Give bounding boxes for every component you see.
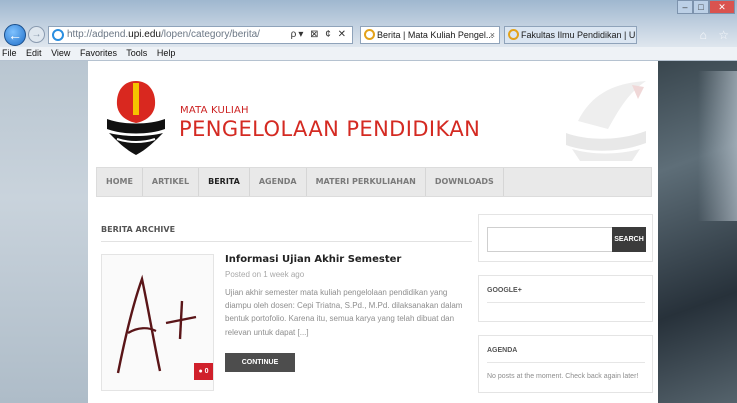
back-button[interactable]: ← xyxy=(4,24,26,46)
web-page: MATA KULIAH PENGELOLAAN PENDIDIKAN HOME … xyxy=(88,61,658,403)
agenda-empty-text: No posts at the moment. Check back again… xyxy=(487,373,639,380)
nav-materi-perkuliahan[interactable]: MATERI PERKULIAHAN xyxy=(307,168,426,196)
menu-favorites[interactable]: Favorites xyxy=(80,48,117,58)
ie-icon xyxy=(508,29,519,40)
site-subtitle: MATA KULIAH xyxy=(180,105,249,116)
forward-button[interactable]: → xyxy=(28,26,45,43)
archive-title: BERITA ARCHIVE xyxy=(101,225,176,234)
comment-count-badge[interactable]: ● 0 xyxy=(194,363,213,380)
home-star-icons[interactable]: ⌂ ☆ xyxy=(700,28,733,42)
nav-agenda[interactable]: AGENDA xyxy=(250,168,307,196)
post-title[interactable]: Informasi Ujian Akhir Semester xyxy=(225,254,401,265)
upi-logo[interactable] xyxy=(103,77,169,157)
divider xyxy=(487,362,645,363)
address-tools-icons[interactable]: ρ▾ ⊠ ¢ ✕ xyxy=(291,27,348,43)
google-widget: GOOGLE+ xyxy=(478,275,653,322)
divider xyxy=(487,302,645,303)
browser-chrome: ← → http://adpend.upi.edu/lopen/category… xyxy=(0,0,737,47)
agenda-widget-title: AGENDA xyxy=(487,347,518,354)
address-bar[interactable]: http://adpend.upi.edu/lopen/category/ber… xyxy=(48,26,353,44)
menu-file[interactable]: File xyxy=(2,48,17,58)
ie-icon xyxy=(364,29,375,40)
main-nav: HOME ARTIKEL BERITA AGENDA MATERI PERKUL… xyxy=(96,167,652,197)
post-meta: Posted on 1 week ago xyxy=(225,270,305,279)
menu-view[interactable]: View xyxy=(51,48,70,58)
nav-downloads[interactable]: DOWNLOADS xyxy=(426,168,504,196)
post-excerpt: Ujian akhir semester mata kuliah pengelo… xyxy=(225,288,463,337)
maximize-button[interactable]: □ xyxy=(693,0,709,14)
tab-berita[interactable]: Berita | Mata Kuliah Pengel... × xyxy=(360,26,500,44)
agenda-widget: AGENDA No posts at the moment. Check bac… xyxy=(478,335,653,393)
tab-close-icon[interactable]: × xyxy=(490,27,495,43)
watermark-logo xyxy=(566,81,646,161)
menu-help[interactable]: Help xyxy=(157,48,176,58)
search-input[interactable] xyxy=(487,227,613,252)
nav-berita[interactable]: BERITA xyxy=(199,168,250,196)
search-button[interactable]: SEARCH xyxy=(612,227,646,252)
divider xyxy=(101,241,472,242)
close-window-button[interactable]: ✕ xyxy=(709,0,735,14)
site-title[interactable]: PENGELOLAAN PENDIDIKAN xyxy=(179,117,480,141)
search-widget: SEARCH xyxy=(478,214,653,262)
menu-tools[interactable]: Tools xyxy=(126,48,147,58)
tab-fakultas[interactable]: Fakultas Ilmu Pendidikan | Uni... xyxy=(504,26,637,44)
ie-icon xyxy=(52,29,64,41)
svg-text:A+: A+ xyxy=(102,255,104,256)
continue-reading-button[interactable]: CONTINUE READING xyxy=(225,353,295,385)
back-arrow-icon: ← xyxy=(8,27,22,43)
menu-bar: File Edit View Favorites Tools Help xyxy=(0,47,737,61)
window-buttons: – □ ✕ xyxy=(677,0,735,14)
nav-artikel[interactable]: ARTIKEL xyxy=(143,168,200,196)
page-background-right xyxy=(658,61,737,403)
nav-home[interactable]: HOME xyxy=(97,168,143,196)
minimize-button[interactable]: – xyxy=(677,0,693,14)
menu-edit[interactable]: Edit xyxy=(26,48,42,58)
google-widget-title: GOOGLE+ xyxy=(487,287,522,294)
page-background-left xyxy=(0,61,88,403)
